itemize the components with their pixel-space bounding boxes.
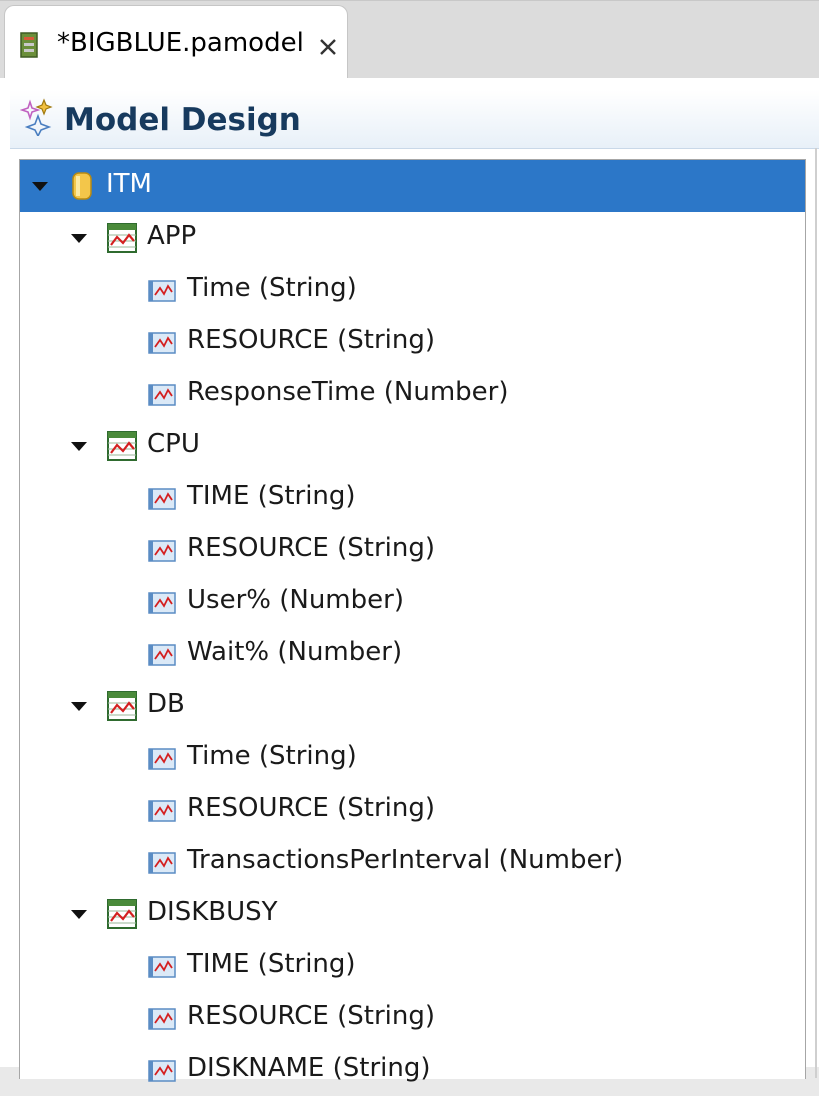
- tree-item-field[interactable]: DISKNAME (String): [20, 1044, 805, 1096]
- tree-item-label: TransactionsPerInterval (Number): [187, 845, 624, 875]
- table-chart-icon: [107, 899, 137, 929]
- tree-item-label: User% (Number): [187, 585, 404, 615]
- form-header: Model Design: [10, 90, 819, 149]
- divider: [815, 148, 817, 1078]
- metric-field-icon: [148, 1060, 176, 1082]
- tree-item-label: TIME (String): [187, 949, 356, 979]
- tree-item-label: RESOURCE (String): [187, 325, 435, 355]
- tree-item-label: ResponseTime (Number): [187, 377, 509, 407]
- tree-item-label: RESOURCE (String): [187, 1001, 435, 1031]
- metric-field-icon: [148, 1008, 176, 1030]
- metric-field-icon: [148, 644, 176, 666]
- tree-item-label: CPU: [147, 429, 200, 459]
- tree-item-label: Time (String): [187, 273, 357, 303]
- tree-item-group[interactable]: APP: [20, 212, 805, 264]
- tab-title: *BIGBLUE.pamodel: [57, 28, 304, 58]
- tree-item-field[interactable]: RESOURCE (String): [20, 524, 805, 576]
- tree-item-label: Time (String): [187, 741, 357, 771]
- tree-item-label: DISKBUSY: [147, 897, 278, 927]
- chevron-down-icon[interactable]: [69, 230, 89, 246]
- chevron-down-icon[interactable]: [69, 698, 89, 714]
- tree-rows: ITM APP Time (String) RESOURCE (String) Resp…: [20, 160, 805, 1096]
- tree-item-field[interactable]: Time (String): [20, 264, 805, 316]
- tree-item-label: RESOURCE (String): [187, 533, 435, 563]
- page-title: Model Design: [64, 102, 301, 138]
- editor-tab-bar: *BIGBLUE.pamodel: [0, 0, 819, 80]
- tree-item-label: ITM: [106, 169, 152, 199]
- tree-item-group[interactable]: CPU: [20, 420, 805, 472]
- model-editor: Model Design ITM APP Time (String) RESOURCE…: [0, 78, 819, 1083]
- metric-field-icon: [148, 748, 176, 770]
- table-chart-icon: [107, 691, 137, 721]
- metric-field-icon: [148, 592, 176, 614]
- tree-item-group[interactable]: DB: [20, 680, 805, 732]
- tree-item-label: DB: [147, 689, 185, 719]
- tree-item-field[interactable]: TIME (String): [20, 472, 805, 524]
- metric-field-icon: [148, 852, 176, 874]
- model-design-sparkle-icon: [20, 98, 53, 136]
- tree-item-field[interactable]: TIME (String): [20, 940, 805, 992]
- tree-item-label: DISKNAME (String): [187, 1053, 431, 1083]
- tree-item-label: TIME (String): [187, 481, 356, 511]
- metric-field-icon: [148, 332, 176, 354]
- tree-item-field[interactable]: Wait% (Number): [20, 628, 805, 680]
- database-icon: [72, 172, 92, 200]
- metric-field-icon: [148, 280, 176, 302]
- editor-tab[interactable]: *BIGBLUE.pamodel: [4, 5, 348, 80]
- table-chart-icon: [107, 431, 137, 461]
- chevron-down-icon[interactable]: [69, 438, 89, 454]
- table-chart-icon: [107, 223, 137, 253]
- metric-field-icon: [148, 488, 176, 510]
- tree-item-field[interactable]: RESOURCE (String): [20, 992, 805, 1044]
- close-icon[interactable]: [317, 36, 339, 58]
- model-tree[interactable]: ITM APP Time (String) RESOURCE (String) Resp…: [19, 159, 806, 1083]
- metric-field-icon: [148, 800, 176, 822]
- tree-item-label: Wait% (Number): [187, 637, 403, 667]
- metric-field-icon: [148, 540, 176, 562]
- tree-item-field[interactable]: TransactionsPerInterval (Number): [20, 836, 805, 888]
- tree-item-field[interactable]: RESOURCE (String): [20, 316, 805, 368]
- tree-item-label: APP: [147, 221, 197, 251]
- chevron-down-icon[interactable]: [69, 906, 89, 922]
- tree-item-field[interactable]: Time (String): [20, 732, 805, 784]
- tree-item-group[interactable]: DISKBUSY: [20, 888, 805, 940]
- metric-field-icon: [148, 956, 176, 978]
- tree-item-root[interactable]: ITM: [20, 160, 805, 212]
- tree-item-field[interactable]: RESOURCE (String): [20, 784, 805, 836]
- tree-item-label: RESOURCE (String): [187, 793, 435, 823]
- pamodel-file-icon: [20, 32, 38, 58]
- tree-item-field[interactable]: User% (Number): [20, 576, 805, 628]
- metric-field-icon: [148, 384, 176, 406]
- tree-item-field[interactable]: ResponseTime (Number): [20, 368, 805, 420]
- chevron-down-icon[interactable]: [30, 178, 50, 194]
